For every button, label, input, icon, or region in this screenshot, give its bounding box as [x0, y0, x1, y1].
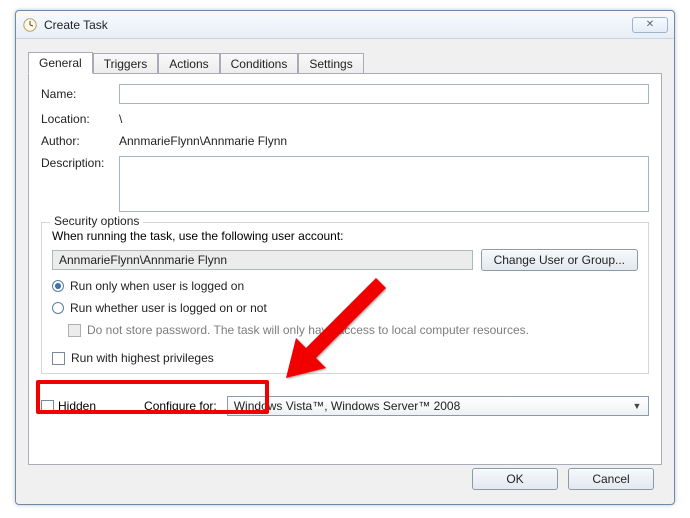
- create-task-window: Create Task ✕ General Triggers Actions C…: [15, 10, 675, 505]
- window-title: Create Task: [44, 18, 632, 32]
- tab-page-general: Name: Location: \ Author: AnnmarieFlynn\…: [28, 73, 662, 465]
- configure-for-label: Configure for:: [144, 399, 217, 413]
- author-label: Author:: [41, 134, 119, 148]
- checkbox-highest-privileges[interactable]: [52, 352, 65, 365]
- chevron-down-icon: ▼: [630, 401, 644, 411]
- name-label: Name:: [41, 87, 119, 101]
- configure-for-combo[interactable]: Windows Vista™, Windows Server™ 2008 ▼: [227, 396, 649, 416]
- dialog-buttons: OK Cancel: [472, 468, 654, 490]
- titlebar: Create Task ✕: [16, 11, 674, 39]
- configure-for-value: Windows Vista™, Windows Server™ 2008: [234, 399, 461, 413]
- description-label: Description:: [41, 156, 119, 170]
- security-intro: When running the task, use the following…: [52, 229, 638, 243]
- radio-any-user-label: Run whether user is logged on or not: [70, 301, 267, 315]
- highest-privileges-label: Run with highest privileges: [71, 351, 214, 365]
- close-icon: ✕: [646, 19, 654, 30]
- task-scheduler-icon: [22, 17, 38, 33]
- radio-logged-on-label: Run only when user is logged on: [70, 279, 244, 293]
- account-value: AnnmarieFlynn\Annmarie Flynn: [59, 253, 227, 267]
- tab-settings[interactable]: Settings: [298, 53, 363, 74]
- tab-conditions[interactable]: Conditions: [220, 53, 299, 74]
- store-password-label: Do not store password. The task will onl…: [87, 323, 529, 337]
- author-value: AnnmarieFlynn\Annmarie Flynn: [119, 134, 287, 148]
- name-input[interactable]: [119, 84, 649, 104]
- change-user-button[interactable]: Change User or Group...: [481, 249, 638, 271]
- location-label: Location:: [41, 112, 119, 126]
- description-input[interactable]: [119, 156, 649, 212]
- cancel-button[interactable]: Cancel: [568, 468, 654, 490]
- security-legend: Security options: [50, 214, 143, 228]
- checkbox-store-password: [68, 324, 81, 337]
- location-value: \: [119, 112, 122, 126]
- radio-logged-on[interactable]: [52, 280, 64, 292]
- tab-general[interactable]: General: [28, 52, 93, 74]
- tab-triggers[interactable]: Triggers: [93, 53, 159, 74]
- security-options-group: Security options When running the task, …: [41, 222, 649, 374]
- client-area: General Triggers Actions Conditions Sett…: [16, 39, 674, 504]
- radio-any-user[interactable]: [52, 302, 64, 314]
- tab-actions[interactable]: Actions: [158, 53, 219, 74]
- checkbox-hidden[interactable]: [41, 400, 54, 413]
- close-button[interactable]: ✕: [632, 17, 668, 33]
- ok-button[interactable]: OK: [472, 468, 558, 490]
- account-display: AnnmarieFlynn\Annmarie Flynn: [52, 250, 473, 270]
- hidden-label: Hidden: [58, 399, 96, 413]
- tab-strip: General Triggers Actions Conditions Sett…: [28, 49, 662, 73]
